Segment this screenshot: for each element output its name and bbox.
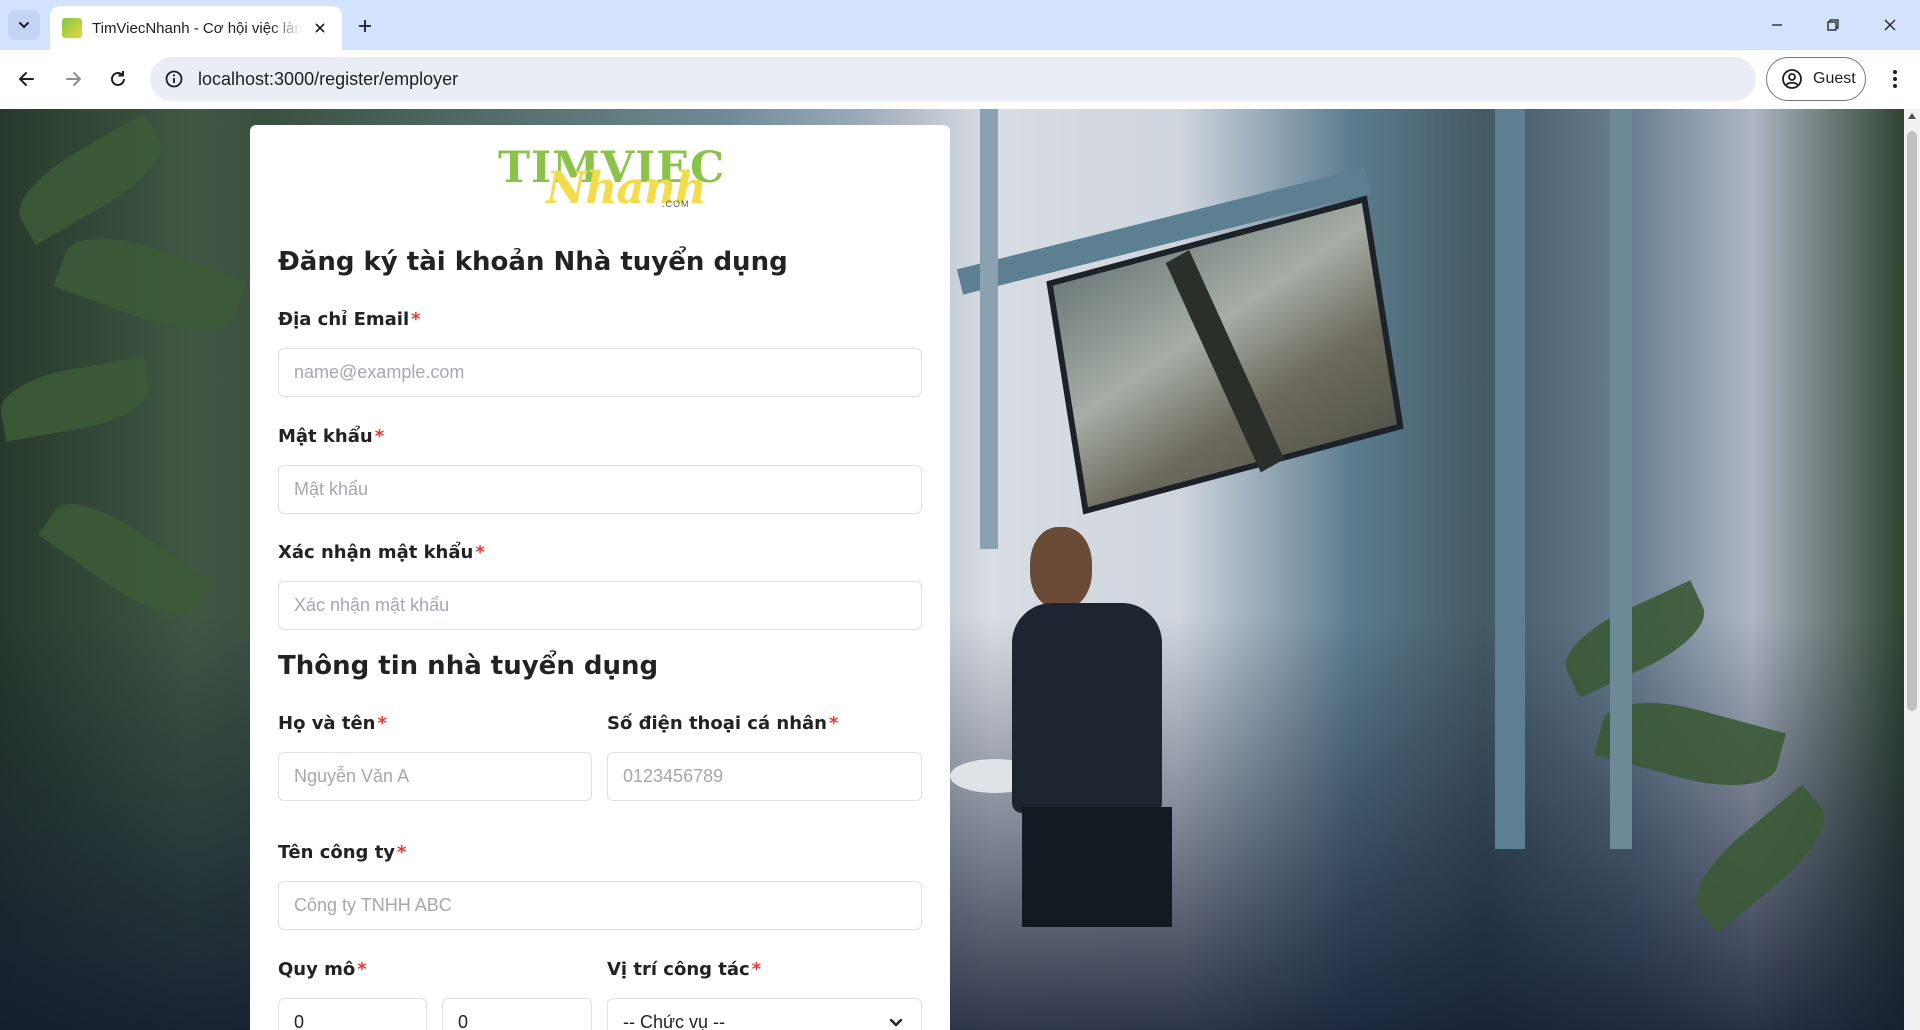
required-mark: * xyxy=(475,542,485,563)
position-label-text: Vị trí công tác xyxy=(607,959,750,980)
reload-icon xyxy=(111,71,125,86)
phone-field[interactable]: 0123456789 xyxy=(607,752,922,801)
account-circle-icon xyxy=(1782,69,1802,89)
full-name-label: Họ và tên * xyxy=(278,713,387,734)
minimize-button[interactable] xyxy=(1760,10,1794,40)
confirm-password-placeholder: Xác nhận mật khẩu xyxy=(294,595,450,615)
chevron-down-icon xyxy=(19,22,29,29)
address-bar[interactable]: localhost:3000/register/employer xyxy=(150,57,1756,101)
browser-toolbar: localhost:3000/register/employer Guest xyxy=(0,50,1920,109)
phone-placeholder: 0123456789 xyxy=(623,766,724,786)
required-mark: * xyxy=(397,842,407,863)
profile-label: Guest xyxy=(1813,70,1856,87)
person-head xyxy=(1030,527,1092,609)
person-body xyxy=(1012,603,1162,813)
close-icon xyxy=(315,23,325,33)
section-title: Thông tin nhà tuyển dụng xyxy=(278,651,659,681)
phone-label: Số điện thoại cá nhân * xyxy=(607,713,838,734)
chevron-down-icon xyxy=(889,1018,903,1027)
window-frame xyxy=(1495,109,1525,849)
profile-button[interactable]: Guest xyxy=(1766,57,1866,101)
scale-min-field[interactable]: 0 xyxy=(278,998,427,1030)
required-mark: * xyxy=(828,713,839,734)
url-text[interactable]: localhost:3000/register/employer xyxy=(198,69,458,90)
tv-trunk xyxy=(1165,249,1285,473)
scale-min-value: 0 xyxy=(294,1012,305,1030)
arrow-left-icon xyxy=(19,72,34,86)
company-field[interactable]: Công ty TNHH ABC xyxy=(278,881,922,930)
company-label: Tên công ty * xyxy=(278,842,406,863)
back-button[interactable] xyxy=(12,64,42,94)
required-mark: * xyxy=(374,426,385,447)
confirm-password-label-text: Xác nhận mật khẩu xyxy=(278,542,474,563)
plant-leaf xyxy=(0,356,155,442)
scroll-up-icon[interactable] xyxy=(1908,113,1916,119)
scale-max-field[interactable]: 0 xyxy=(442,998,592,1030)
plant-leaf xyxy=(1554,580,1716,698)
email-field[interactable]: name@example.com xyxy=(278,348,922,397)
page-title: Đăng ký tài khoản Nhà tuyển dụng xyxy=(278,247,788,277)
password-field[interactable]: Mật khẩu xyxy=(278,465,922,514)
required-mark: * xyxy=(377,713,387,734)
plant-leaf xyxy=(1679,784,1841,934)
company-label-text: Tên công ty xyxy=(278,842,396,863)
confirm-password-field[interactable]: Xác nhận mật khẩu xyxy=(278,581,922,630)
close-window-button[interactable] xyxy=(1873,10,1907,40)
required-mark: * xyxy=(411,309,421,330)
email-placeholder: name@example.com xyxy=(294,362,465,382)
minimize-icon xyxy=(1772,24,1782,26)
position-select[interactable]: -- Chức vụ -- xyxy=(607,998,922,1030)
scale-label: Quy mô * xyxy=(278,959,367,980)
full-name-field[interactable]: Nguyễn Văn A xyxy=(278,752,592,801)
browser-tab-strip: TimViecNhanh - Cơ hội việc làm xyxy=(0,0,1920,50)
required-mark: * xyxy=(751,959,762,980)
logo-suffix: .COM xyxy=(662,199,690,209)
close-icon xyxy=(1884,19,1896,31)
tab-title: TimViecNhanh - Cơ hội việc làm xyxy=(92,19,302,37)
scale-max-value: 0 xyxy=(458,1012,469,1030)
email-label: Địa chỉ Email * xyxy=(278,309,421,330)
page-scrollbar[interactable] xyxy=(1904,109,1920,1030)
plant-leaf xyxy=(53,220,247,348)
scroll-thumb[interactable] xyxy=(1907,131,1917,711)
window-frame xyxy=(980,109,998,549)
forward-button[interactable] xyxy=(58,64,88,94)
plant-leaf xyxy=(38,485,212,633)
required-mark: * xyxy=(357,959,367,980)
plant-leaf xyxy=(5,113,175,245)
password-placeholder: Mật khẩu xyxy=(294,479,369,499)
new-tab-button[interactable] xyxy=(352,13,378,39)
position-selected: -- Chức vụ -- xyxy=(623,1012,726,1030)
password-label: Mật khẩu * xyxy=(278,426,384,447)
kebab-menu-icon xyxy=(1893,70,1897,88)
close-tab-button[interactable] xyxy=(310,18,330,38)
favicon-icon xyxy=(62,18,82,38)
site-logo[interactable]: TIMVIEC Nhanh .COM xyxy=(498,147,724,217)
company-placeholder: Công ty TNHH ABC xyxy=(294,895,452,915)
password-label-text: Mật khẩu xyxy=(278,426,373,447)
phone-label-text: Số điện thoại cá nhân xyxy=(607,713,827,734)
active-tab[interactable]: TimViecNhanh - Cơ hội việc làm xyxy=(50,6,342,50)
full-name-placeholder: Nguyễn Văn A xyxy=(294,766,410,786)
register-card: TIMVIEC Nhanh .COM Đăng ký tài khoản Nhà… xyxy=(250,125,950,1030)
info-icon[interactable] xyxy=(164,69,184,89)
email-label-text: Địa chỉ Email xyxy=(278,309,410,330)
tab-search-button[interactable] xyxy=(8,10,40,40)
reload-button[interactable] xyxy=(103,64,133,94)
person-legs xyxy=(1022,807,1172,927)
scale-label-text: Quy mô xyxy=(278,959,356,980)
person-seated xyxy=(1012,527,1192,927)
window-frame xyxy=(1610,109,1632,849)
restore-button[interactable] xyxy=(1816,10,1850,40)
position-label: Vị trí công tác * xyxy=(607,959,761,980)
restore-icon xyxy=(1827,19,1839,31)
browser-menu-button[interactable] xyxy=(1880,64,1910,94)
plus-icon xyxy=(359,20,371,32)
confirm-password-label: Xác nhận mật khẩu * xyxy=(278,542,485,563)
arrow-right-icon xyxy=(66,72,81,86)
full-name-label-text: Họ và tên xyxy=(278,713,376,734)
